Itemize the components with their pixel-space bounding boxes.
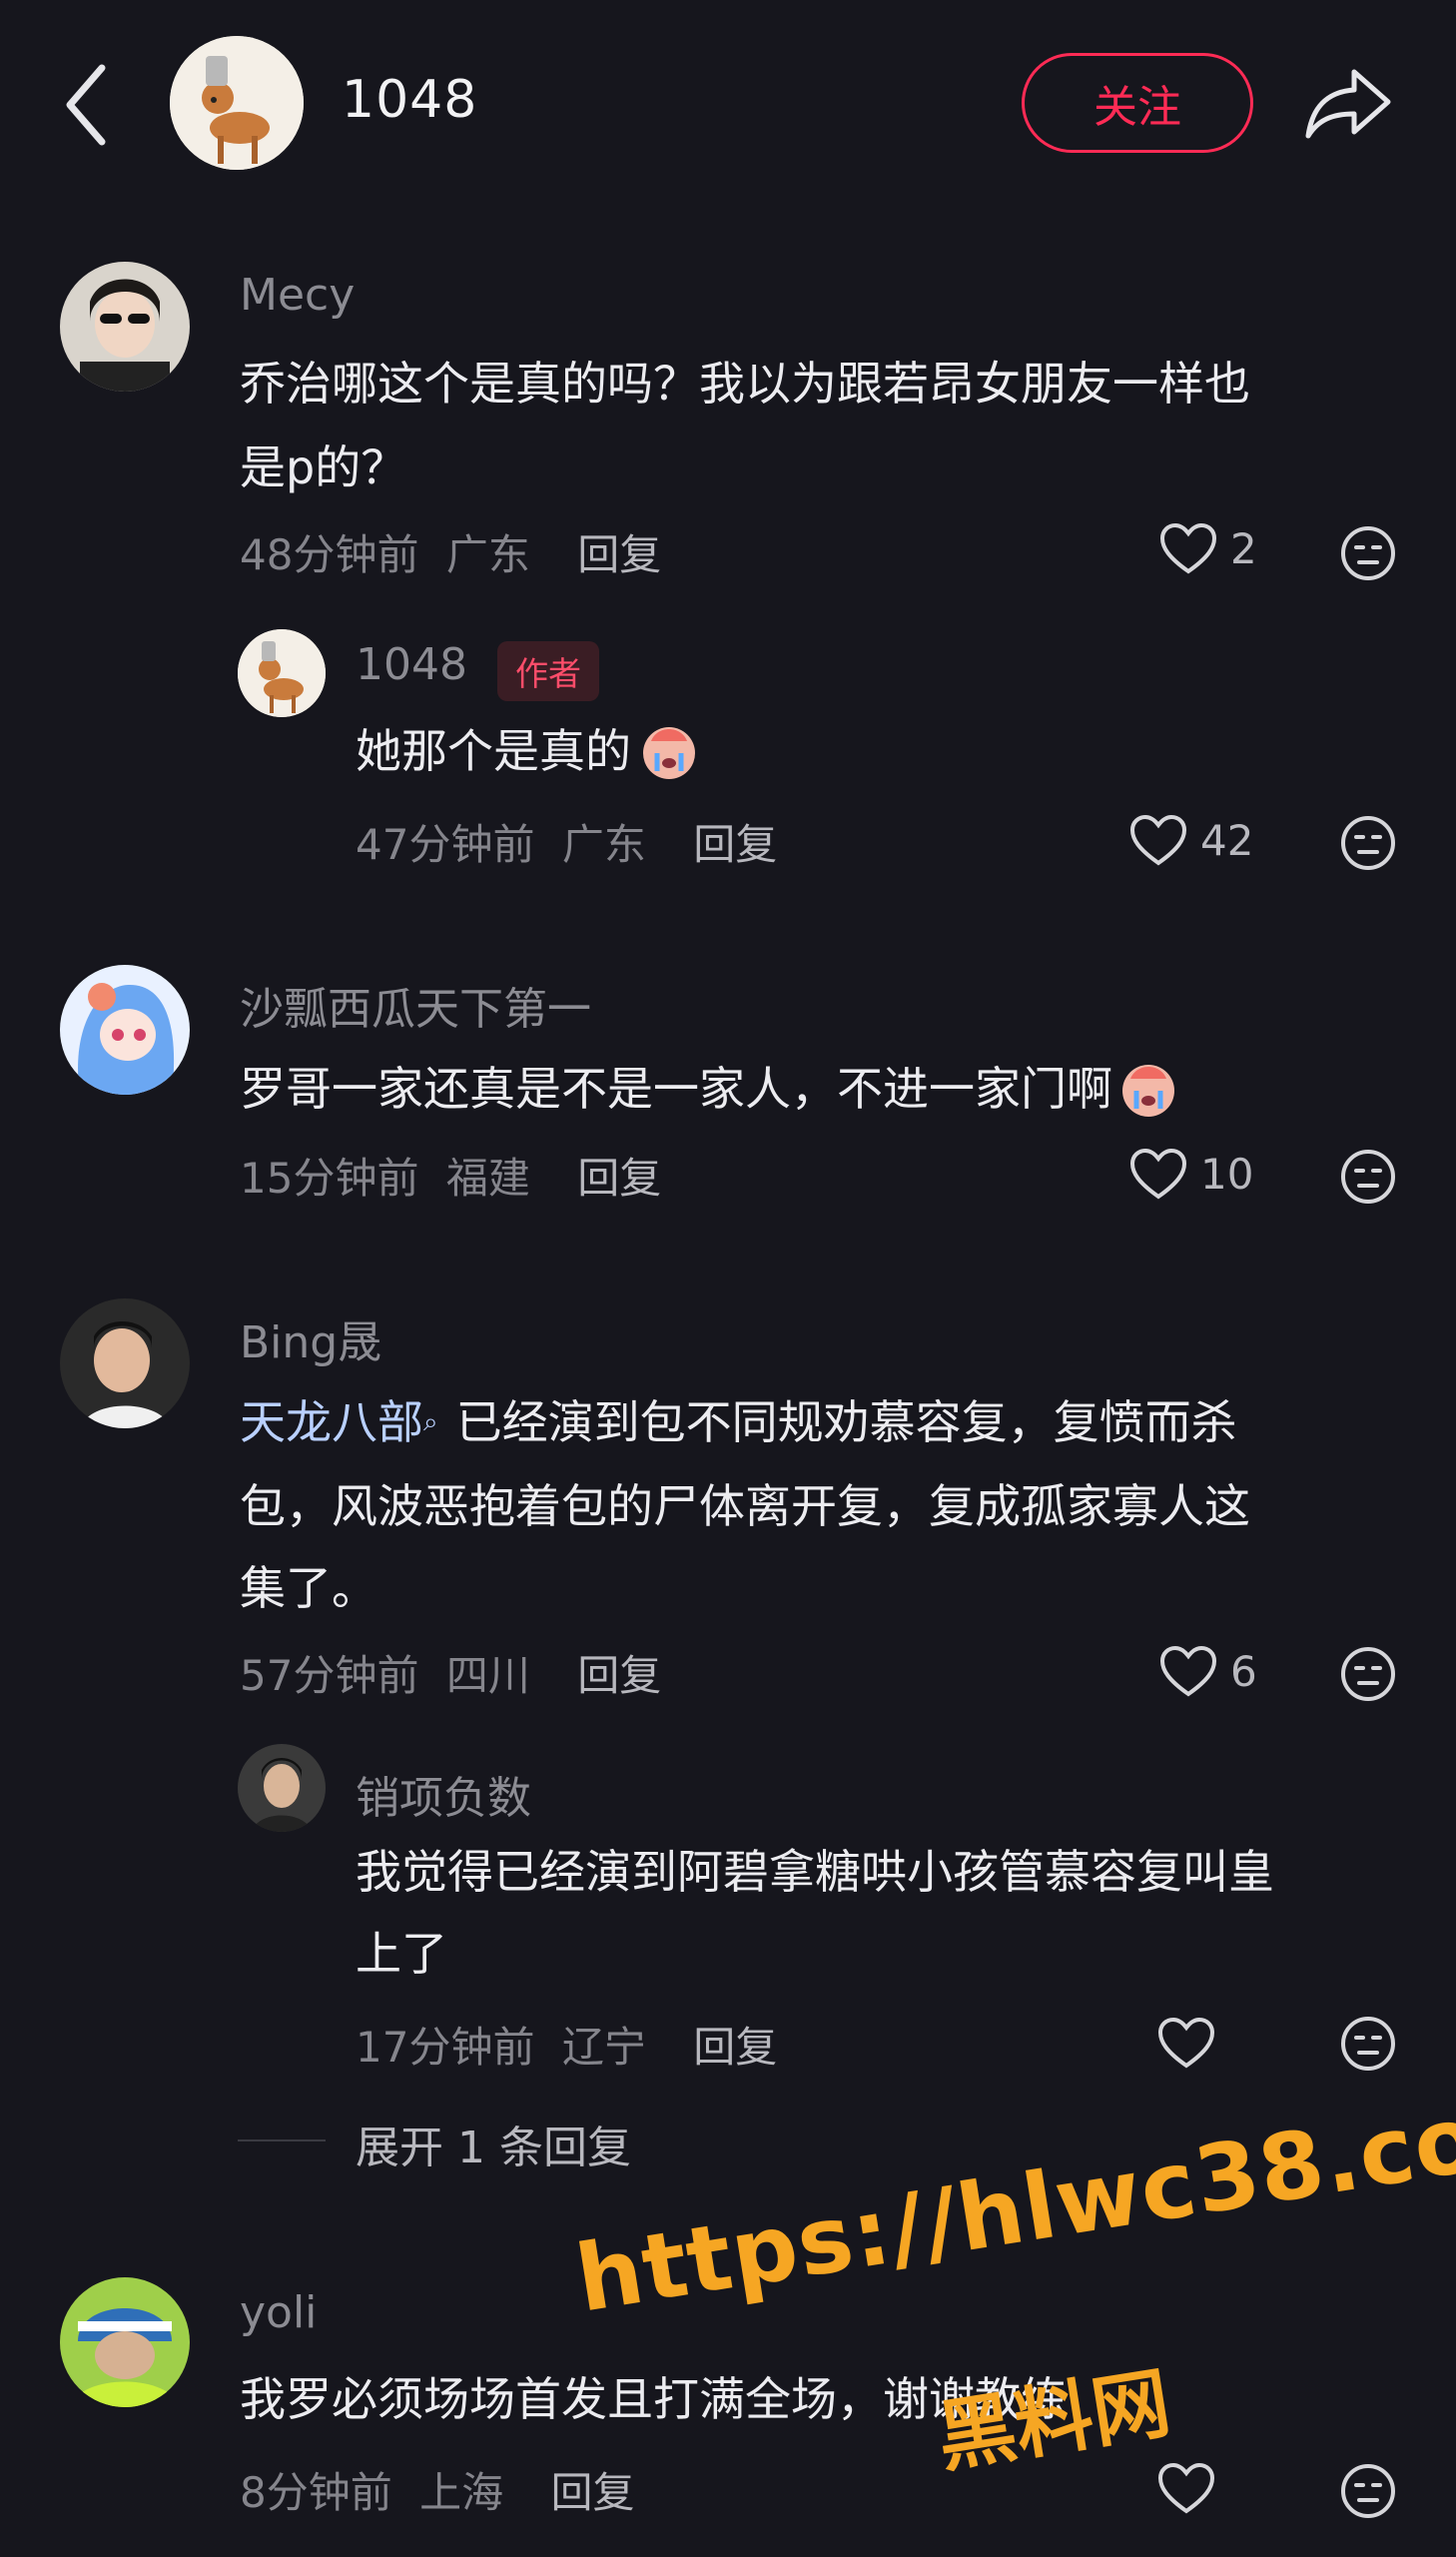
avatar[interactable]	[60, 1298, 190, 1428]
author-badge: 作者	[497, 641, 599, 701]
comment-username[interactable]: 沙瓢西瓜天下第一	[240, 973, 591, 1037]
reply-button[interactable]: 回复	[550, 2468, 634, 2517]
heart-icon	[1129, 1148, 1187, 1200]
follow-button[interactable]: 关注	[1022, 53, 1253, 153]
header-avatar[interactable]	[170, 36, 304, 170]
user-avatar-icon	[60, 262, 190, 392]
deer-avatar-icon	[170, 36, 304, 170]
crying-emoji-icon	[643, 727, 695, 779]
dislike-face-icon[interactable]	[1340, 1149, 1396, 1205]
like-count: 2	[1230, 523, 1257, 573]
anime-avatar-icon	[60, 965, 190, 1095]
crying-emoji-icon	[1122, 1065, 1174, 1117]
comment-text-line: 乔治哪这个是真的吗？我以为跟若昂女朋友一样也	[240, 357, 1250, 411]
heart-icon	[1159, 522, 1217, 574]
comment-location: 广东	[445, 530, 530, 579]
comment-time: 17分钟前	[356, 2023, 535, 2072]
heart-icon	[1157, 2462, 1215, 2514]
comment-username[interactable]: 1048	[356, 639, 467, 690]
reply-button[interactable]: 回复	[693, 820, 777, 869]
comment-meta: 8分钟前 上海 回复	[240, 2459, 634, 2520]
comment-meta: 15分钟前 福建 回复	[240, 1145, 661, 1206]
avatar[interactable]	[60, 262, 190, 392]
expand-replies-button[interactable]: 展开 1 条回复	[356, 2112, 631, 2175]
like-button[interactable]	[1156, 2016, 1228, 2070]
like-count: 6	[1230, 1646, 1257, 1696]
comment-username[interactable]: yoli	[240, 2287, 317, 2338]
comment-location: 辽宁	[561, 2023, 646, 2072]
comment-username[interactable]: Bing晟	[240, 1306, 381, 1370]
like-button[interactable]: 10	[1128, 1147, 1253, 1201]
avatar[interactable]	[60, 2277, 190, 2407]
comment-location: 福建	[445, 1154, 530, 1203]
avatar[interactable]	[238, 629, 326, 717]
avatar[interactable]	[238, 1744, 326, 1832]
reply-button[interactable]: 回复	[577, 1651, 661, 1700]
search-icon: ⌕	[423, 1407, 438, 1437]
comment-time: 8分钟前	[240, 2468, 392, 2517]
comment-meta: 47分钟前 广东 回复	[356, 811, 777, 872]
comment-time: 57分钟前	[240, 1651, 419, 1700]
dislike-face-icon[interactable]	[1340, 815, 1396, 871]
heart-icon	[1129, 814, 1187, 866]
comment-time: 47分钟前	[356, 820, 535, 869]
like-button[interactable]: 42	[1128, 813, 1253, 867]
comment-location: 四川	[445, 1651, 530, 1700]
user-avatar-icon	[60, 2277, 190, 2407]
comment-text: 她那个是真的	[356, 709, 701, 793]
reply-button[interactable]: 回复	[577, 530, 661, 579]
watermark-url: https://hlwc38.com	[569, 2070, 1456, 2333]
comment-meta: 48分钟前 广东 回复	[240, 521, 661, 582]
like-button[interactable]	[1156, 2461, 1228, 2515]
comment-text-line: 上了	[356, 1927, 447, 1981]
deer-avatar-icon	[238, 629, 326, 717]
user-avatar-icon	[60, 1298, 190, 1428]
like-button[interactable]: 2	[1158, 521, 1257, 575]
heart-icon	[1159, 1645, 1217, 1697]
like-count: 42	[1200, 815, 1254, 865]
comment-username[interactable]: Mecy	[240, 270, 355, 321]
dislike-face-icon[interactable]	[1340, 2016, 1396, 2072]
like-button[interactable]: 6	[1158, 1644, 1257, 1698]
comment-location: 上海	[419, 2468, 504, 2517]
reply-button[interactable]: 回复	[693, 2023, 777, 2072]
comment-location: 广东	[561, 820, 646, 869]
reply-button[interactable]: 回复	[577, 1154, 661, 1203]
page-title: 1048	[342, 70, 478, 130]
comment-username[interactable]: 销项负数	[356, 1762, 531, 1826]
expand-divider	[238, 2139, 326, 2141]
dislike-face-icon[interactable]	[1340, 2463, 1396, 2519]
comment-time: 48分钟前	[240, 530, 419, 579]
dislike-face-icon[interactable]	[1340, 525, 1396, 581]
comment-text-line: 是p的？	[240, 440, 407, 494]
comment-text: 罗哥一家还真是不是一家人，不进一家门啊	[240, 1047, 1180, 1131]
dislike-face-icon[interactable]	[1340, 1646, 1396, 1702]
comment-time: 15分钟前	[240, 1154, 419, 1203]
comment-text-line: 我觉得已经演到阿碧拿糖哄小孩管慕容复叫皇	[356, 1845, 1274, 1899]
topic-link[interactable]: 天龙八部	[240, 1395, 423, 1449]
heart-icon	[1157, 2017, 1215, 2069]
comment-meta: 57分钟前 四川 回复	[240, 1642, 661, 1703]
comment-text-line: 天龙八部⌕ 已经演到包不同规劝慕容复，复愤而杀	[240, 1395, 1237, 1449]
avatar[interactable]	[60, 965, 190, 1095]
like-count: 10	[1200, 1149, 1254, 1199]
comment-text-line: 包，风波恶抱着包的尸体离开复，复成孤家寡人这	[240, 1479, 1250, 1533]
comment-meta: 17分钟前 辽宁 回复	[356, 2014, 777, 2075]
user-avatar-icon	[238, 1744, 326, 1832]
share-icon[interactable]	[1304, 66, 1392, 142]
comment-text-line: 集了。	[240, 1561, 377, 1615]
back-arrow-icon[interactable]	[62, 62, 112, 148]
